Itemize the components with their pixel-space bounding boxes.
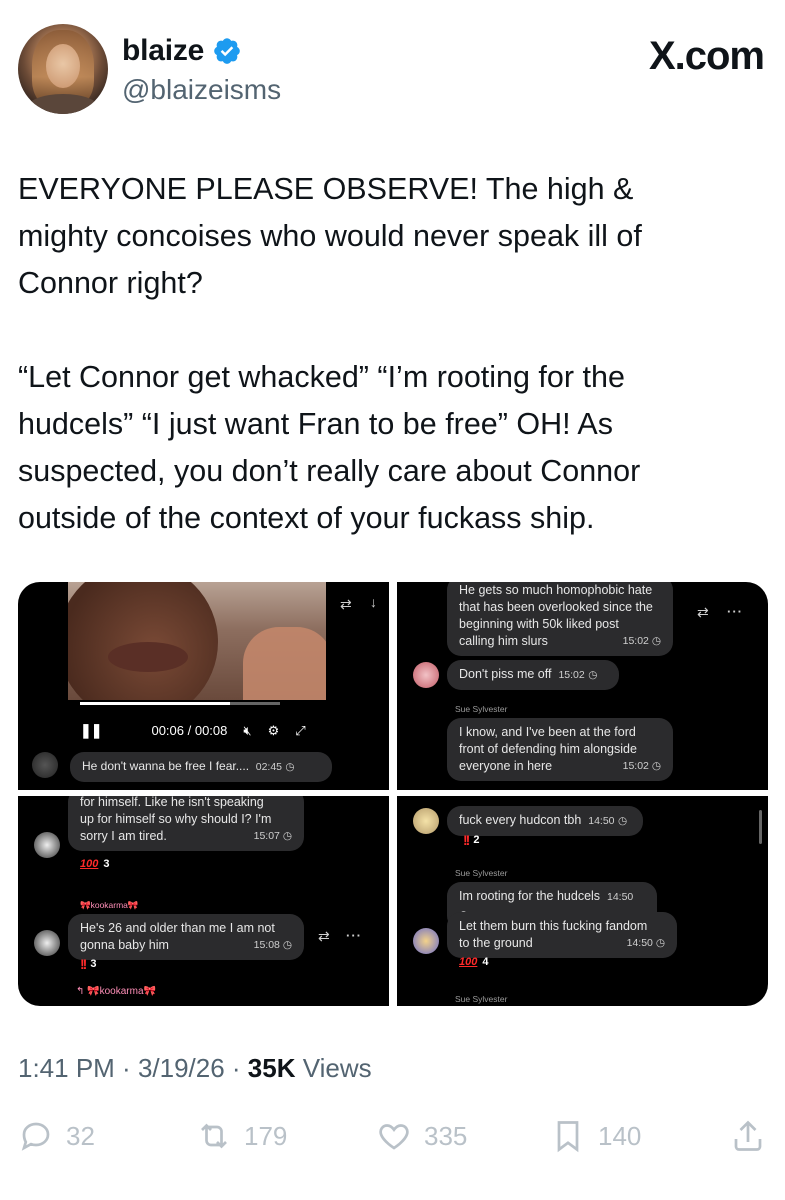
reply-button[interactable]: 32 (18, 1118, 95, 1154)
author-name[interactable]: blaize (122, 34, 204, 68)
reaction-badge[interactable]: !! 3 (80, 956, 96, 972)
repost-button[interactable]: 179 (196, 1118, 287, 1154)
avatar (34, 930, 60, 956)
chat-bubble: He's 26 and older than me I am not gonna… (68, 914, 304, 960)
chat-bubble: He gets so much homophobic hate that has… (447, 582, 673, 656)
sender-name: Sue Sylvester (455, 704, 508, 714)
chat-bubble: I know, and I've been at the ford front … (447, 718, 673, 781)
like-button[interactable]: 335 (376, 1118, 467, 1154)
tweet-date[interactable]: 3/19/26 (138, 1053, 225, 1083)
video-progress-bar[interactable] (80, 702, 280, 705)
bookmark-count: 140 (598, 1120, 642, 1151)
media-item-chat-3[interactable]: for himself. Like he isn't speaking up f… (18, 796, 389, 1006)
author-name-row: blaize (122, 34, 242, 68)
tweet-paragraph-2: “Let Connor get whacked” “I’m rooting fo… (18, 360, 641, 535)
repost-small-icon[interactable]: ⇄ (340, 596, 352, 613)
avatar (34, 832, 60, 858)
media-grid[interactable]: ⇄ ↓ ❚❚ 00:06 / 00:08 🔇︎ ⚙ ⤢ He don't wan… (18, 582, 768, 1006)
tweet-text: EVERYONE PLEASE OBSERVE! The high & migh… (18, 166, 768, 542)
share-button[interactable] (730, 1118, 766, 1154)
reaction-badge[interactable]: !! 2 (463, 832, 479, 848)
fullscreen-icon[interactable]: ⤢ (295, 723, 305, 739)
more-options-icon[interactable]: ··· (346, 928, 362, 943)
views-label: Views (295, 1053, 372, 1083)
tweet-paragraph-1: EVERYONE PLEASE OBSERVE! The high & migh… (18, 172, 642, 300)
sender-name: Sue Sylvester (455, 868, 508, 878)
tweet-meta: 1:41 PM · 3/19/26 · 35K Views (18, 1053, 372, 1083)
video-controls: ❚❚ 00:06 / 00:08 🔇︎ ⚙ ⤢ (80, 722, 306, 739)
repost-small-icon[interactable]: ⇄ (697, 604, 709, 621)
reply-count: 32 (66, 1120, 95, 1151)
double-exclamation-icon: !! (80, 956, 87, 972)
chat-bubble: Let them burn this fucking fandom to the… (447, 912, 677, 958)
repost-icon (201, 1123, 227, 1149)
hundred-icon: 100 (459, 956, 478, 968)
repost-small-icon[interactable]: ⇄ (318, 928, 330, 945)
verified-badge-icon (214, 38, 240, 64)
double-exclamation-icon: !! (463, 832, 470, 848)
sender-name: 🎀kookarma🎀 (80, 900, 139, 910)
mute-icon[interactable]: 🔇︎ (243, 723, 251, 739)
bookmark-icon (557, 1121, 579, 1153)
media-item-video[interactable]: ⇄ ↓ ❚❚ 00:06 / 00:08 🔇︎ ⚙ ⤢ He don't wan… (18, 582, 389, 790)
bookmark-button[interactable]: 140 (550, 1118, 641, 1154)
avatar (413, 808, 439, 834)
action-bar: 32 179 335 140 (18, 1118, 768, 1162)
video-frame[interactable] (68, 582, 326, 700)
author-handle[interactable]: @blaizeisms (122, 74, 281, 106)
sender-name: Sue Sylvester (455, 994, 508, 1004)
settings-icon[interactable]: ⚙ (268, 723, 280, 739)
avatar (32, 752, 58, 778)
media-item-chat-4[interactable]: fuck every hudcon tbh 14:50 ◷ !! 2 Sue Sy… (397, 796, 768, 1006)
reaction-badge[interactable]: 100 3 (80, 858, 109, 870)
chat-bubble: for himself. Like he isn't speaking up f… (68, 796, 304, 851)
chat-bubble: He don't wanna be free I fear.... 02:45 … (70, 752, 332, 782)
avatar[interactable] (18, 24, 108, 114)
share-icon (734, 1120, 762, 1151)
reply-icon (21, 1122, 50, 1151)
avatar (413, 662, 439, 688)
pause-icon[interactable]: ❚❚ (80, 722, 102, 739)
video-time: 00:06 / 00:08 (151, 723, 228, 738)
download-icon[interactable]: ↓ (370, 594, 377, 610)
repost-count: 179 (244, 1120, 288, 1151)
like-count: 335 (424, 1120, 468, 1151)
views-count: 35K (247, 1053, 296, 1083)
media-item-chat-2[interactable]: He gets so much homophobic hate that has… (397, 582, 768, 790)
x-brand-logo: X.com (648, 34, 765, 78)
hundred-icon: 100 (80, 858, 99, 870)
heart-icon (379, 1124, 409, 1150)
scrollbar[interactable] (759, 810, 762, 844)
reaction-badge[interactable]: 100 4 (459, 956, 488, 968)
reply-sender: ↰ 🎀kookarma🎀 (76, 986, 156, 997)
more-options-icon[interactable]: ··· (727, 604, 743, 619)
chat-bubble: Don't piss me off 15:02 ◷ (447, 660, 619, 690)
tweet-header: blaize @blaizeisms X.com (18, 22, 768, 117)
tweet-time[interactable]: 1:41 PM (18, 1053, 115, 1083)
avatar (413, 928, 439, 954)
